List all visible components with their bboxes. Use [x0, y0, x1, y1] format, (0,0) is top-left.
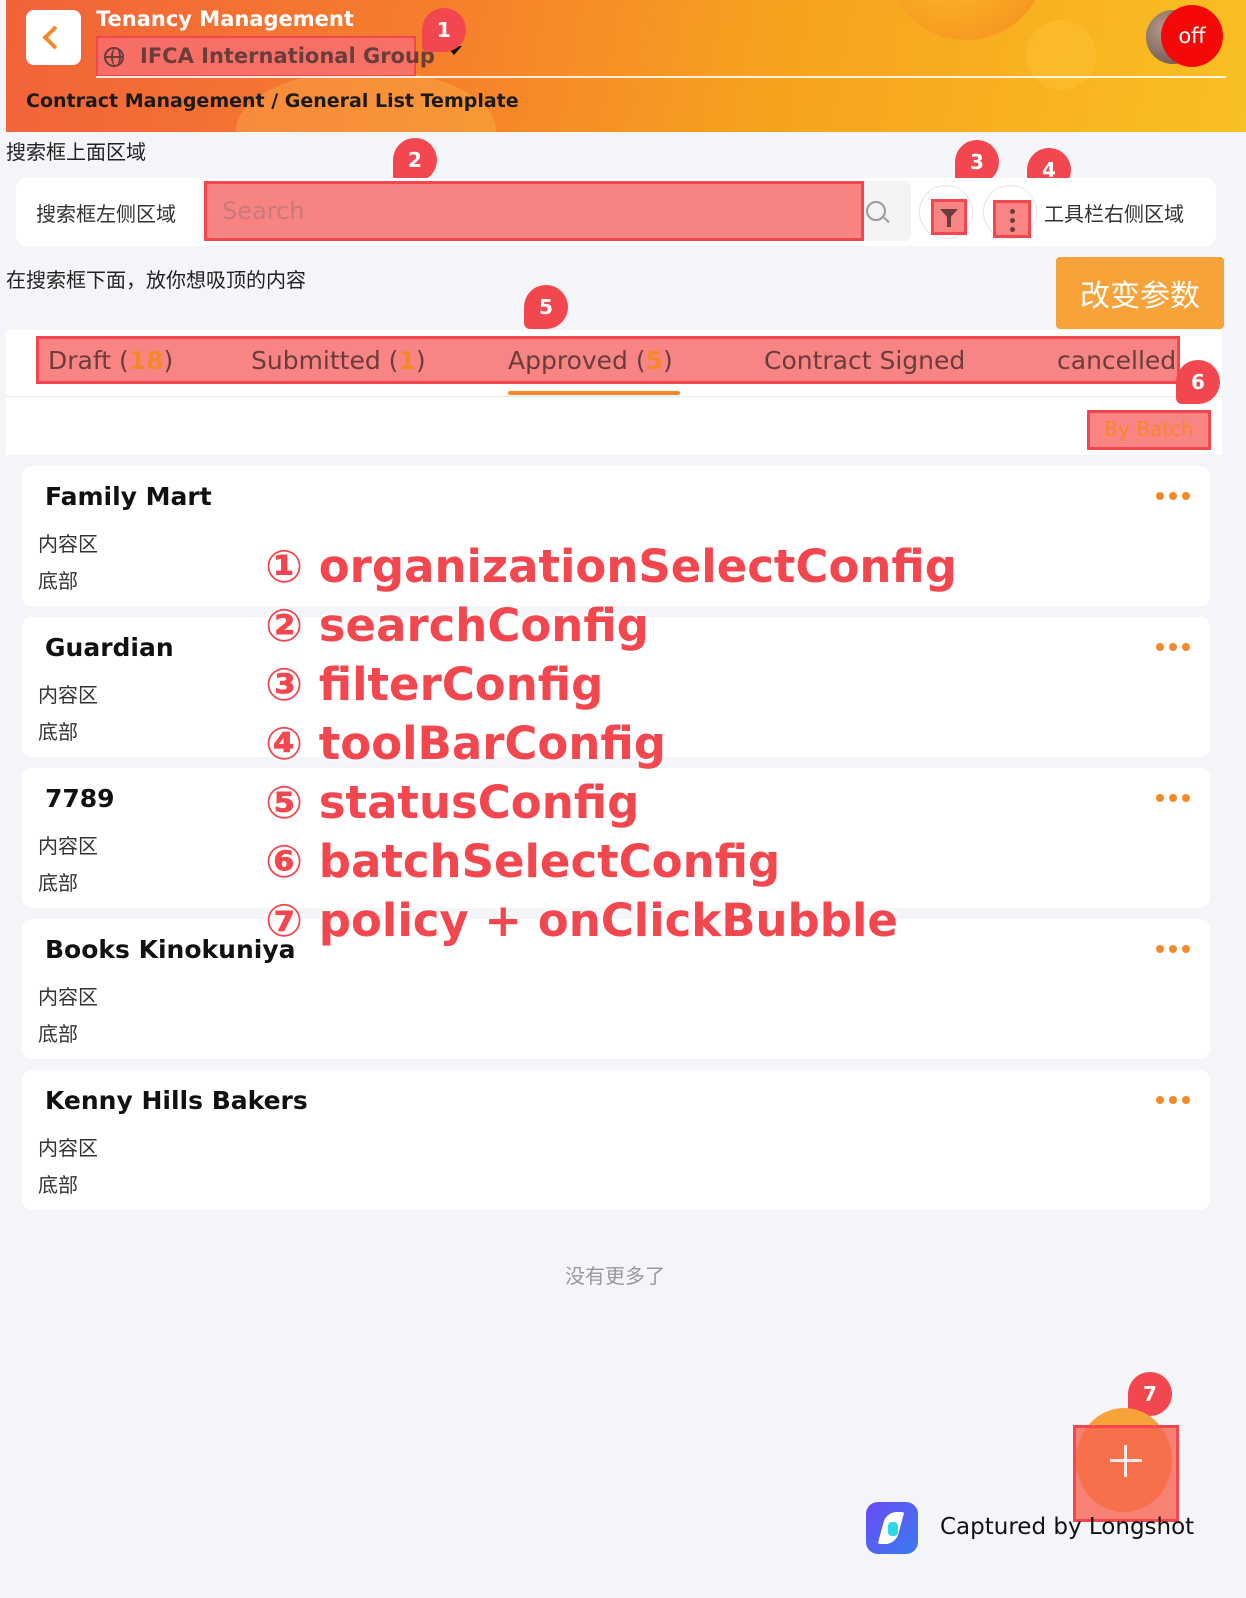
more-horizontal-icon[interactable] [1156, 643, 1196, 653]
annotation-marker-2: 2 [393, 138, 437, 182]
header-decoration [886, 0, 1046, 40]
tab-suffix: ) [415, 346, 426, 375]
tab-count: 18 [128, 346, 164, 375]
tab-cancelled[interactable]: cancelled [1057, 346, 1180, 375]
tab-label: Draft ( [48, 346, 129, 375]
batch-select-button[interactable]: By Batch [1087, 410, 1211, 450]
config-label: ⑦ policy + onClickBubble [265, 894, 898, 947]
more-vertical-icon [1010, 209, 1015, 214]
tab-count: 5 [645, 346, 664, 375]
change-params-button[interactable]: 改变参数 [1056, 257, 1224, 329]
card-content: 内容区 [38, 985, 98, 1009]
tab-count: 1 [398, 346, 416, 375]
config-label: ④ toolBarConfig [265, 717, 666, 770]
card-title: Kenny Hills Bakers [45, 1086, 308, 1115]
annotation-marker-6: 6 [1176, 360, 1220, 404]
search-input[interactable] [204, 181, 864, 241]
card-title: Family Mart [45, 482, 212, 511]
search-container [201, 181, 911, 241]
tab-label: Submitted ( [251, 346, 399, 375]
card-content: 内容区 [38, 683, 98, 707]
filter-icon [940, 209, 958, 227]
config-label: ② searchConfig [265, 599, 649, 652]
plus-icon [1110, 1445, 1142, 1477]
status-badge[interactable]: off [1161, 5, 1223, 67]
more-horizontal-icon[interactable] [1156, 1096, 1196, 1106]
toolbar-more-button[interactable] [983, 185, 1037, 239]
more-horizontal-icon[interactable] [1156, 945, 1196, 955]
back-button[interactable] [26, 10, 81, 65]
card-title: 7789 [45, 784, 115, 813]
card-footer: 底部 [38, 1173, 78, 1197]
header-divider [96, 76, 1226, 78]
breadcrumb: Contract Management / General List Templ… [26, 90, 519, 112]
card-footer: 底部 [38, 871, 78, 895]
config-label: ⑥ batchSelectConfig [265, 835, 781, 888]
tabs-divider [6, 396, 1222, 397]
config-label: ① organizationSelectConfig [265, 540, 957, 593]
app-title: Tenancy Management [96, 7, 354, 31]
card-footer: 底部 [38, 1022, 78, 1046]
card-content: 内容区 [38, 1136, 98, 1160]
search-top-area: 搜索框上面区域 [6, 140, 146, 164]
active-tab-indicator [508, 391, 680, 395]
tab-label: Contract Signed [764, 346, 966, 375]
search-left-area: 搜索框左侧区域 [36, 202, 176, 226]
more-vertical-icon [1010, 218, 1015, 223]
filter-highlight [931, 199, 967, 235]
globe-icon [104, 47, 124, 67]
watermark-text: Captured by Longshot [940, 1514, 1195, 1540]
filter-button[interactable] [919, 185, 973, 239]
more-horizontal-icon[interactable] [1156, 492, 1196, 502]
header-decoration [1026, 20, 1096, 90]
sticky-content: 在搜索框下面，放你想吸顶的内容 [6, 268, 306, 292]
search-bar: 搜索框左侧区域 工具栏右侧区域 [16, 178, 1216, 246]
card-content: 内容区 [38, 834, 98, 858]
config-label: ③ filterConfig [265, 658, 604, 711]
organization-select[interactable]: IFCA International Group [96, 36, 435, 77]
status-tabs: Draft (18) Submitted (1) Approved (5) Co… [6, 330, 1222, 455]
card-title: Guardian [45, 633, 174, 662]
list-end-text: 没有更多了 [565, 1264, 665, 1288]
annotation-marker-5: 5 [524, 285, 568, 329]
tab-draft[interactable]: Draft (18) [48, 346, 173, 375]
organization-name: IFCA International Group [140, 44, 435, 68]
chevron-left-icon [42, 25, 67, 50]
tab-label: Approved ( [508, 346, 646, 375]
tab-suffix: ) [163, 346, 174, 375]
config-label: ⑤ statusConfig [265, 776, 640, 829]
toolbar-right-area: 工具栏右侧区域 [1044, 202, 1184, 226]
tab-submitted[interactable]: Submitted (1) [251, 346, 426, 375]
more-vertical-icon [1010, 227, 1015, 232]
tab-suffix: ) [663, 346, 673, 375]
tab-contract-signed[interactable]: Contract Signed [764, 346, 965, 375]
search-icon[interactable] [866, 201, 886, 221]
tab-approved[interactable]: Approved (5) [508, 346, 673, 375]
more-horizontal-icon[interactable] [1156, 794, 1196, 804]
longshot-logo [866, 1502, 918, 1554]
card-content: 内容区 [38, 532, 98, 556]
annotation-marker-1: 1 [422, 8, 466, 52]
list-item[interactable]: Kenny Hills Bakers 内容区 底部 [22, 1070, 1210, 1210]
toolbar-highlight [993, 200, 1031, 238]
card-title: Books Kinokuniya [45, 935, 296, 964]
add-bubble-highlight[interactable] [1073, 1425, 1179, 1522]
card-footer: 底部 [38, 720, 78, 744]
card-footer: 底部 [38, 569, 78, 593]
tab-label: cancelled [1057, 346, 1177, 375]
app-header: Tenancy Management IFCA International Gr… [6, 0, 1246, 132]
